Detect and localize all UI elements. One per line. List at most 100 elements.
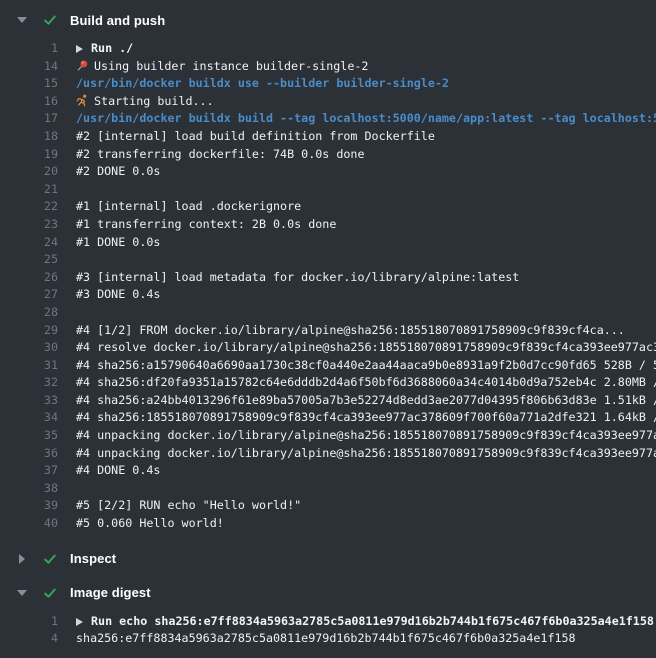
log-text: Starting build... xyxy=(76,94,214,108)
line-number[interactable]: 39 xyxy=(0,497,58,515)
log-text: Using builder instance builder-single-2 xyxy=(76,59,368,73)
expand-run-icon[interactable] xyxy=(76,618,83,626)
log-text-content: #4 sha256:a15790640a6690aa1730c38cf0a440… xyxy=(76,358,656,372)
runner-icon xyxy=(76,93,94,111)
log-line: 16 Starting build... xyxy=(0,93,656,111)
log-text-content: Run echo sha256:e7ff8834a5963a2785c5a081… xyxy=(91,614,654,628)
log-text: #2 DONE 0.0s xyxy=(76,164,160,178)
log-text-content: /usr/bin/docker buildx build --tag local… xyxy=(76,111,656,125)
success-check-icon xyxy=(43,586,57,600)
line-number[interactable]: 27 xyxy=(0,286,58,304)
log-text: #3 [internal] load metadata for docker.i… xyxy=(76,270,519,284)
log-line: 18 #2 [internal] load build definition fr… xyxy=(0,128,656,146)
line-number[interactable]: 34 xyxy=(0,409,58,427)
line-number[interactable]: 29 xyxy=(0,322,58,340)
line-number[interactable]: 19 xyxy=(0,146,58,164)
section-header-inspect[interactable]: Inspect xyxy=(0,545,656,573)
line-number[interactable]: 1 xyxy=(0,613,58,631)
chevron-right-icon[interactable] xyxy=(16,554,28,564)
line-number[interactable]: 23 xyxy=(0,216,58,234)
line-number[interactable]: 1 xyxy=(0,40,58,58)
line-number[interactable]: 40 xyxy=(0,515,58,533)
section-inspect: Inspect xyxy=(0,545,656,573)
log-line: 4 sha256:e7ff8834a5963a2785c5a0811e979d16… xyxy=(0,630,656,648)
section-header-build-and-push[interactable]: Build and push xyxy=(0,6,656,34)
section-title: Image digest xyxy=(70,585,151,600)
log-lines-image-digest: 1 Run echo sha256:e7ff8834a5963a2785c5a08… xyxy=(0,607,656,658)
log-line: 30 #4 resolve docker.io/library/alpine@sh… xyxy=(0,339,656,357)
log-line: 36#4 unpacking docker.io/library/alpine@… xyxy=(0,445,656,463)
log-text-content: #5 0.060 Hello world! xyxy=(76,516,224,530)
line-number[interactable]: 28 xyxy=(0,304,58,322)
log-line: 34 #4 sha256:185518070891758909c9f839cf4c… xyxy=(0,409,656,427)
log-text: #4 sha256:a15790640a6690aa1730c38cf0a440… xyxy=(76,358,656,372)
log-text-content: #4 DONE 0.4s xyxy=(76,463,160,477)
expand-run-icon[interactable] xyxy=(76,45,83,53)
success-check-icon xyxy=(43,552,57,566)
log-text: #5 0.060 Hello world! xyxy=(76,516,224,530)
line-number[interactable]: 20 xyxy=(0,163,58,181)
log-text-content: #4 resolve docker.io/library/alpine@sha2… xyxy=(76,340,656,354)
line-number[interactable]: 32 xyxy=(0,374,58,392)
log-text-content: #4 sha256:a24bb4013296f61e89ba57005a7b3e… xyxy=(76,393,656,407)
workflow-log-viewer: Build and push 1Run ./14Using builder in… xyxy=(0,0,656,658)
log-line: 28 xyxy=(0,304,656,322)
line-number[interactable]: 18 xyxy=(0,128,58,146)
log-text-content: /usr/bin/docker buildx use --builder bui… xyxy=(76,76,449,90)
section-image-digest: Image digest 1 Run echo sha256:e7ff8834a5… xyxy=(0,579,656,658)
line-number[interactable]: 16 xyxy=(0,93,58,111)
log-text-content: #1 DONE 0.0s xyxy=(76,235,160,249)
log-line: 23 #1 transferring context: 2B 0.0s done xyxy=(0,216,656,234)
log-text-content: #1 transferring context: 2B 0.0s done xyxy=(76,217,336,231)
log-text: #3 DONE 0.4s xyxy=(76,287,160,301)
line-number[interactable]: 35 xyxy=(0,427,58,445)
log-text: #1 DONE 0.0s xyxy=(76,235,160,249)
log-text: sha256:e7ff8834a5963a2785c5a0811e979d16b… xyxy=(76,631,576,645)
section-header-image-digest[interactable]: Image digest xyxy=(0,579,656,607)
log-text-content: #4 sha256:185518070891758909c9f839cf4ca3… xyxy=(76,410,656,424)
line-number[interactable]: 26 xyxy=(0,269,58,287)
log-text-content: #4 [1/2] FROM docker.io/library/alpine@s… xyxy=(76,323,625,337)
section-title: Inspect xyxy=(70,551,116,566)
chevron-down-icon[interactable] xyxy=(16,590,28,596)
log-text-content: #2 transferring dockerfile: 74B 0.0s don… xyxy=(76,147,365,161)
chevron-down-icon[interactable] xyxy=(16,17,28,23)
line-number[interactable]: 33 xyxy=(0,392,58,410)
log-text-content: #2 DONE 0.0s xyxy=(76,164,160,178)
log-line: 39#5 [2/2] RUN echo "Hello world!" xyxy=(0,497,656,515)
log-text: #4 sha256:a24bb4013296f61e89ba57005a7b3e… xyxy=(76,393,656,407)
log-line: 37 #4 DONE 0.4s xyxy=(0,462,656,480)
section-build-and-push: Build and push 1Run ./14Using builder in… xyxy=(0,6,656,545)
log-line: 24 #1 DONE 0.0s xyxy=(0,234,656,252)
log-line: 20 #2 DONE 0.0s xyxy=(0,163,656,181)
line-number[interactable]: 38 xyxy=(0,480,58,498)
section-title: Build and push xyxy=(70,13,165,28)
log-text: #4 unpacking docker.io/library/alpine@sh… xyxy=(76,428,656,442)
log-line: 22#1 [internal] load .dockerignore xyxy=(0,198,656,216)
line-number[interactable]: 36 xyxy=(0,445,58,463)
line-number[interactable]: 21 xyxy=(0,181,58,199)
line-number[interactable]: 4 xyxy=(0,630,58,648)
log-text-content: #4 sha256:df20fa9351a15782c64e6dddb2d4a6… xyxy=(76,375,656,389)
line-number[interactable]: 15 xyxy=(0,75,58,93)
log-line: 38 xyxy=(0,480,656,498)
line-number[interactable]: 37 xyxy=(0,462,58,480)
log-text-content: Starting build... xyxy=(94,94,214,108)
log-text: #4 resolve docker.io/library/alpine@sha2… xyxy=(76,340,656,354)
line-number[interactable]: 17 xyxy=(0,110,58,128)
log-text: #4 DONE 0.4s xyxy=(76,463,160,477)
log-line: 1 Run echo sha256:e7ff8834a5963a2785c5a08… xyxy=(0,613,656,631)
log-line: 21 xyxy=(0,181,656,199)
line-number[interactable]: 14 xyxy=(0,58,58,76)
log-text: #4 sha256:185518070891758909c9f839cf4ca3… xyxy=(76,410,656,424)
log-text: #4 [1/2] FROM docker.io/library/alpine@s… xyxy=(76,323,625,337)
log-text: Run echo sha256:e7ff8834a5963a2785c5a081… xyxy=(76,614,654,628)
line-number[interactable]: 25 xyxy=(0,251,58,269)
log-line: 29 #4 [1/2] FROM docker.io/library/alpine… xyxy=(0,322,656,340)
line-number[interactable]: 22 xyxy=(0,198,58,216)
log-text: #2 [internal] load build definition from… xyxy=(76,129,435,143)
line-number[interactable]: 24 xyxy=(0,234,58,252)
line-number[interactable]: 30 xyxy=(0,339,58,357)
log-line: 40 #5 0.060 Hello world! xyxy=(0,515,656,533)
line-number[interactable]: 31 xyxy=(0,357,58,375)
